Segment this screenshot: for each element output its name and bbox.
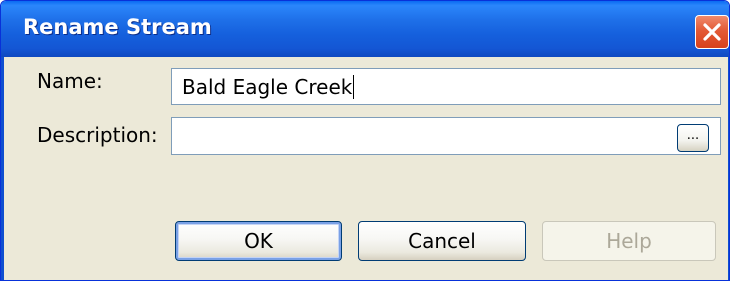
ok-button-label: OK bbox=[244, 229, 273, 253]
close-icon bbox=[703, 23, 721, 41]
name-label: Name: bbox=[37, 69, 103, 93]
description-label: Description: bbox=[37, 123, 158, 147]
ellipsis-icon: ... bbox=[686, 128, 700, 143]
name-field[interactable]: Bald Eagle Creek bbox=[171, 68, 721, 105]
description-browse-button[interactable]: ... bbox=[677, 124, 709, 152]
help-button: Help bbox=[542, 221, 716, 261]
name-field-value: Bald Eagle Creek bbox=[182, 74, 353, 99]
ok-button[interactable]: OK bbox=[175, 221, 342, 261]
rename-stream-dialog: Rename Stream Name: Bald Eagle Creek Des… bbox=[0, 0, 730, 281]
text-caret bbox=[353, 74, 355, 99]
dialog-title: Rename Stream bbox=[23, 15, 212, 39]
help-button-label: Help bbox=[606, 229, 652, 253]
cancel-button[interactable]: Cancel bbox=[358, 221, 526, 261]
close-button[interactable] bbox=[695, 15, 729, 49]
title-bar[interactable]: Rename Stream bbox=[1, 1, 729, 57]
description-field[interactable] bbox=[171, 117, 721, 155]
cancel-button-label: Cancel bbox=[408, 229, 476, 253]
